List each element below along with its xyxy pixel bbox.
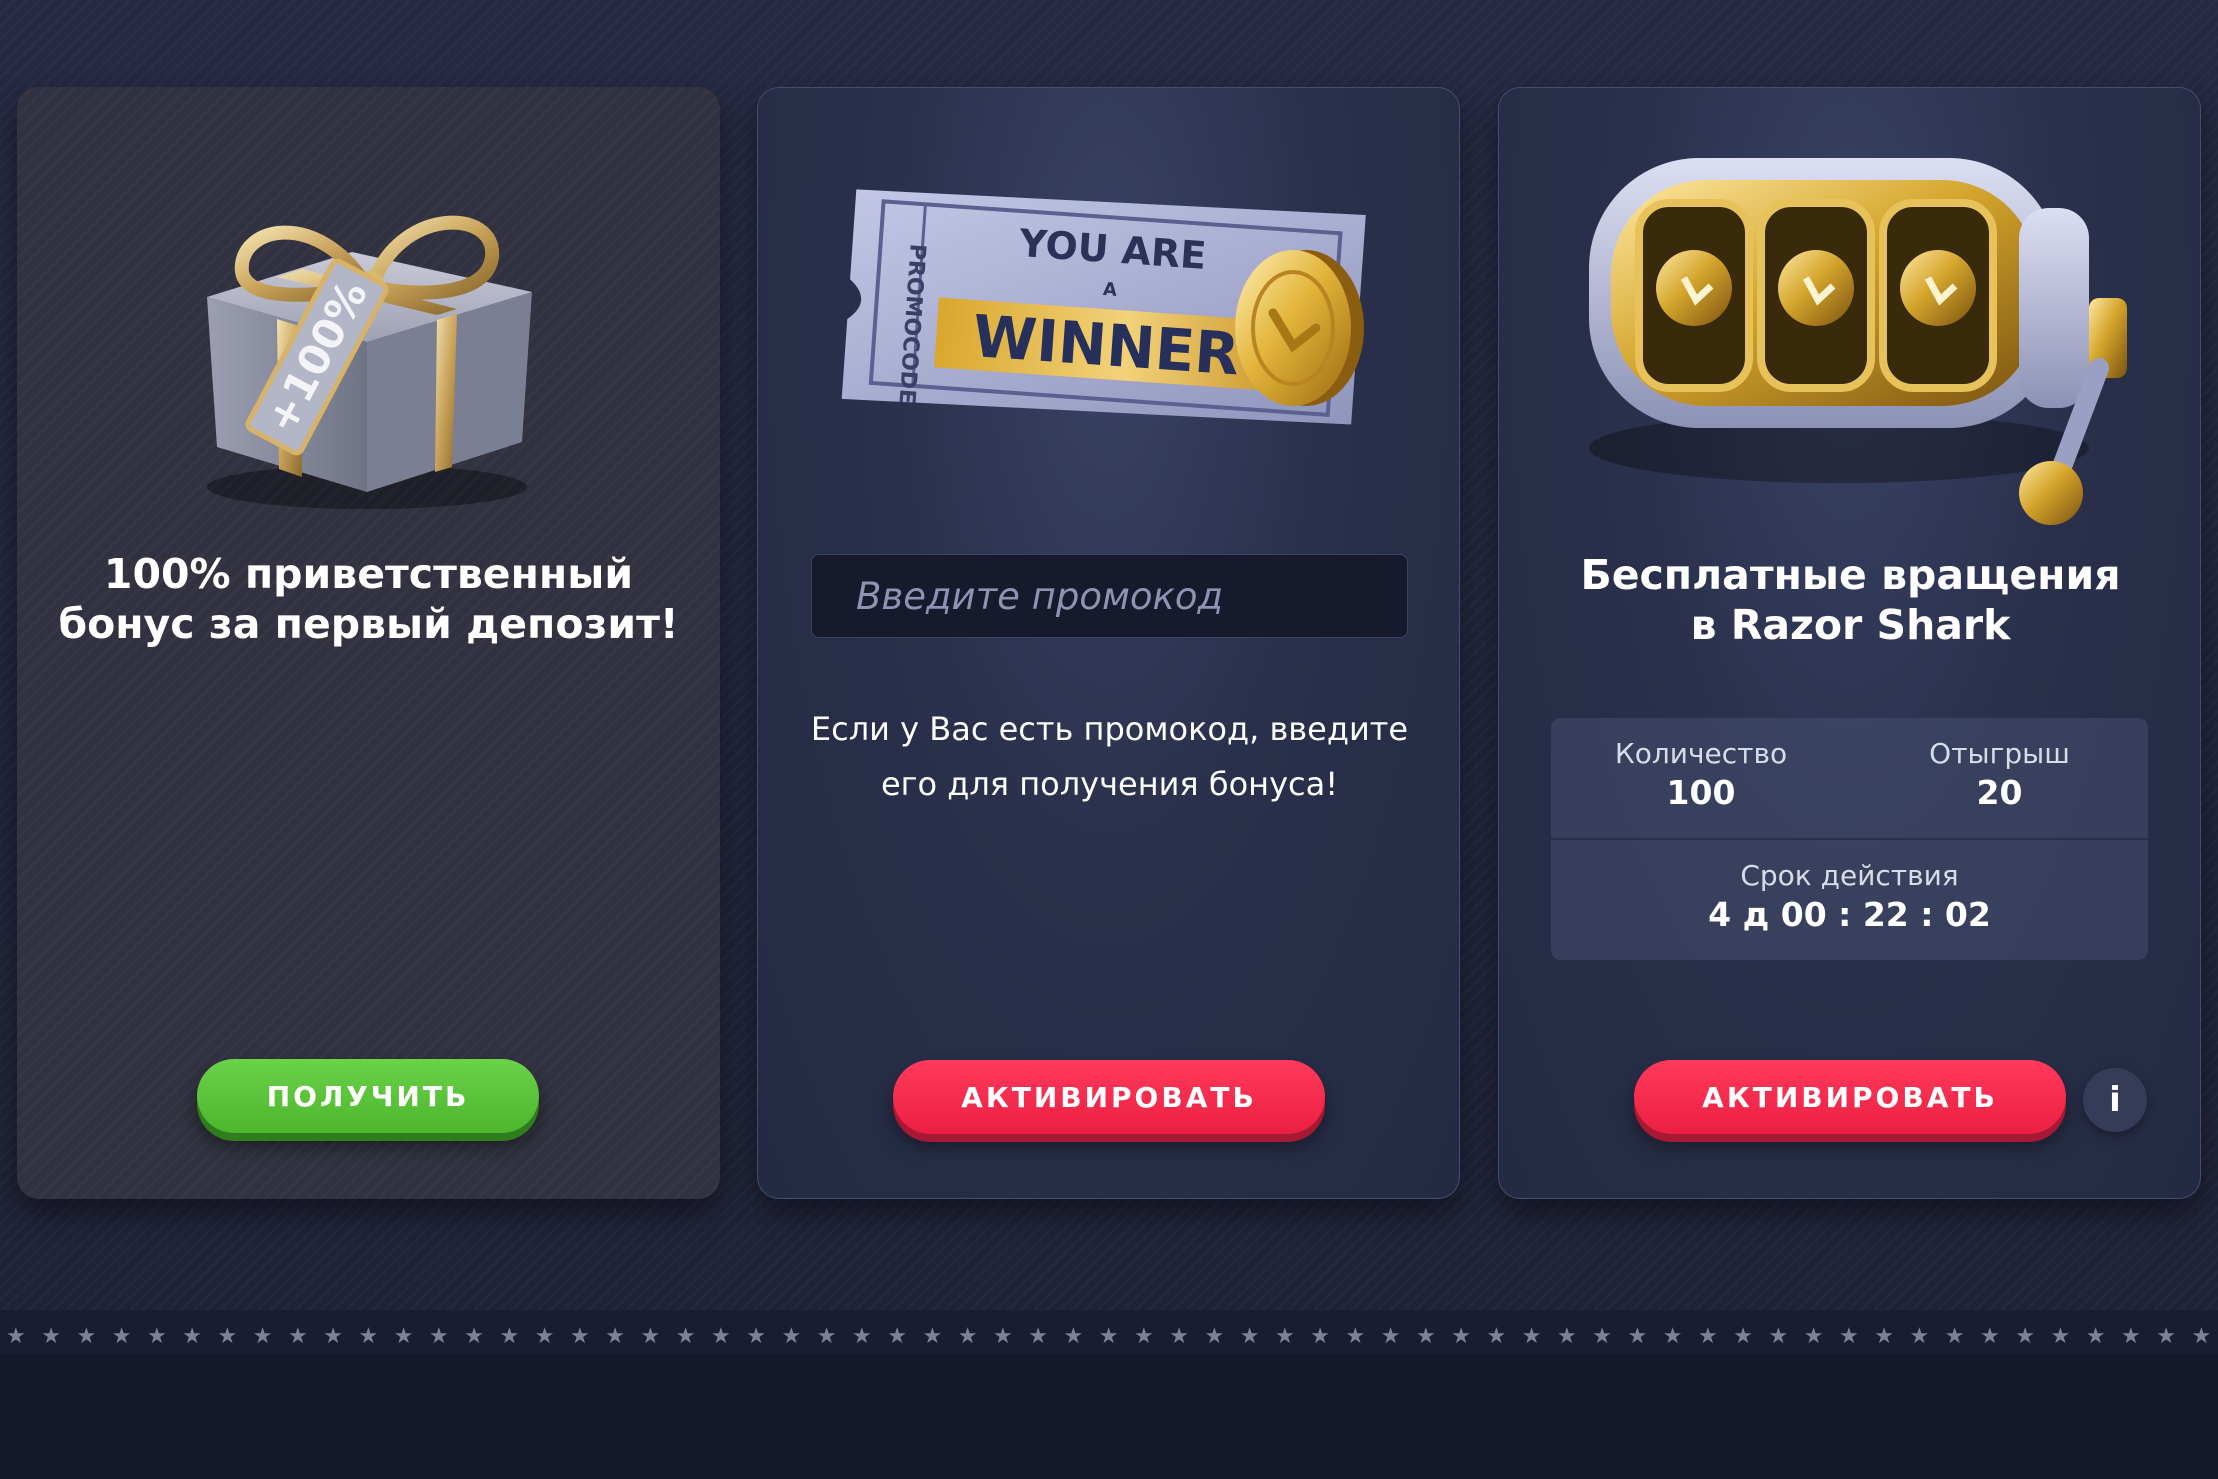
star-icon: ★ — [957, 1323, 978, 1349]
star-icon: ★ — [1557, 1323, 1577, 1349]
star-icon: ★ — [781, 1323, 802, 1349]
star-icon: ★ — [147, 1323, 167, 1349]
promocode-card: PROMOCODE YOU ARE A WINNER Если у Вас ес… — [757, 87, 1460, 1199]
star-icon: ★ — [499, 1323, 520, 1349]
star-icon: ★ — [358, 1323, 379, 1349]
wager-label: Отыгрыш — [1929, 737, 2070, 770]
star-icon: ★ — [2156, 1323, 2176, 1349]
star-icon: ★ — [6, 1323, 26, 1349]
star-icon: ★ — [1310, 1323, 1330, 1349]
star-icon: ★ — [1204, 1323, 1225, 1349]
star-icon: ★ — [640, 1323, 661, 1349]
wager-value: 20 — [1976, 773, 2023, 812]
star-icon: ★ — [1134, 1323, 1154, 1349]
star-icon: ★ — [1416, 1323, 1436, 1349]
star-icon: ★ — [1592, 1323, 1612, 1349]
star-icon: ★ — [1627, 1323, 1648, 1349]
star-icon: ★ — [217, 1323, 238, 1349]
free-spins-stats: Количество 100 Отыгрыш 20 Срок действия … — [1551, 718, 2148, 960]
title-line: бонус за первый депозит! — [58, 600, 679, 648]
activate-promocode-button[interactable]: АКТИВИРОВАТЬ — [893, 1060, 1325, 1134]
star-icon: ★ — [852, 1323, 872, 1349]
star-icon: ★ — [393, 1323, 414, 1349]
star-icon: ★ — [1839, 1323, 1859, 1349]
star-icon: ★ — [464, 1323, 484, 1349]
welcome-bonus-title: 100% приветственный бонус за первый депо… — [37, 549, 700, 649]
star-icon: ★ — [1275, 1323, 1295, 1349]
promocode-input[interactable] — [811, 554, 1408, 638]
star-icon: ★ — [711, 1323, 731, 1349]
star-icon: ★ — [76, 1323, 97, 1349]
slot-machine-icon — [1589, 158, 2127, 525]
title-line: в Razor Shark — [1690, 601, 2011, 649]
footer-background — [0, 1354, 2218, 1479]
validity-countdown: 4 д 00 : 22 : 02 — [1708, 895, 1991, 934]
star-icon: ★ — [1980, 1323, 2000, 1349]
star-icon: ★ — [922, 1323, 943, 1349]
star-icon: ★ — [1803, 1323, 1824, 1349]
star-icon: ★ — [323, 1323, 343, 1349]
get-bonus-button[interactable]: ПОЛУЧИТЬ — [197, 1059, 539, 1133]
gift-box-icon: +100% — [207, 215, 532, 509]
title-line: Бесплатные вращения — [1580, 551, 2121, 599]
quantity-cell: Количество 100 — [1551, 736, 1851, 814]
star-icon: ★ — [2085, 1323, 2106, 1349]
star-icon: ★ — [1662, 1323, 1683, 1349]
validity-cell: Срок действия 4 д 00 : 22 : 02 — [1551, 858, 2148, 936]
free-spins-card: Бесплатные вращения в Razor Shark Количе… — [1498, 87, 2201, 1199]
promo-ticket-icon: PROMOCODE YOU ARE A WINNER — [841, 189, 1366, 425]
star-icon: ★ — [111, 1323, 132, 1349]
star-icon: ★ — [675, 1323, 696, 1349]
stats-top-row: Количество 100 Отыгрыш 20 — [1551, 718, 2148, 840]
star-icon: ★ — [2191, 1323, 2212, 1349]
star-icon: ★ — [1028, 1323, 1048, 1349]
star-icon: ★ — [288, 1323, 308, 1349]
star-icon: ★ — [570, 1323, 590, 1349]
star-icon: ★ — [1345, 1323, 1366, 1349]
info-icon[interactable]: i — [2083, 1068, 2147, 1132]
free-spins-title: Бесплатные вращения в Razor Shark — [1519, 550, 2182, 650]
wager-cell: Отыгрыш 20 — [1851, 736, 2148, 814]
star-icon: ★ — [1874, 1323, 1894, 1349]
star-icon: ★ — [252, 1323, 273, 1349]
star-icon: ★ — [1169, 1323, 1189, 1349]
star-icon: ★ — [887, 1323, 907, 1349]
title-line: 100% приветственный — [103, 550, 634, 598]
star-icon: ★ — [605, 1323, 625, 1349]
welcome-bonus-card: +100% 100% приветственный бонус за первы… — [17, 87, 720, 1199]
quantity-value: 100 — [1666, 773, 1736, 812]
ticket-mid-text: A — [1102, 279, 1117, 301]
star-icon: ★ — [1451, 1323, 1471, 1349]
star-icon: ★ — [1521, 1323, 1542, 1349]
star-icon: ★ — [534, 1323, 555, 1349]
star-icon: ★ — [1486, 1323, 1507, 1349]
promocode-description: Если у Вас есть промокод, введите его дл… — [810, 710, 1409, 803]
star-icon: ★ — [2121, 1323, 2141, 1349]
activate-free-spins-button[interactable]: АКТИВИРОВАТЬ — [1634, 1060, 2066, 1134]
star-icon: ★ — [1909, 1323, 1930, 1349]
star-icon: ★ — [1098, 1323, 1119, 1349]
star-icon: ★ — [2050, 1323, 2071, 1349]
star-icon: ★ — [1768, 1323, 1789, 1349]
star-icon: ★ — [429, 1323, 449, 1349]
star-icon: ★ — [1380, 1323, 1401, 1349]
star-icon: ★ — [1063, 1323, 1084, 1349]
star-icon: ★ — [816, 1323, 837, 1349]
quantity-label: Количество — [1614, 737, 1788, 770]
validity-label: Срок действия — [1740, 859, 1959, 892]
star-icon: ★ — [993, 1323, 1013, 1349]
star-icon: ★ — [2015, 1323, 2035, 1349]
star-icon: ★ — [1944, 1323, 1965, 1349]
star-icon: ★ — [746, 1323, 766, 1349]
star-icon: ★ — [1239, 1323, 1260, 1349]
star-icon: ★ — [41, 1323, 61, 1349]
star-icon: ★ — [1698, 1323, 1718, 1349]
star-icon: ★ — [182, 1323, 202, 1349]
star-icon: ★ — [1733, 1323, 1753, 1349]
star-divider: ★ ★ ★ ★ ★ ★ ★ ★ ★ ★ ★ ★ ★ ★ ★ ★ ★ ★ ★ ★ ★ ★ ★ ★ ★ ★ ★ ★ ★ ★ ★ ★ ★ ★ ★ ★ ★ ★ ★ ★… — [0, 1318, 2218, 1354]
